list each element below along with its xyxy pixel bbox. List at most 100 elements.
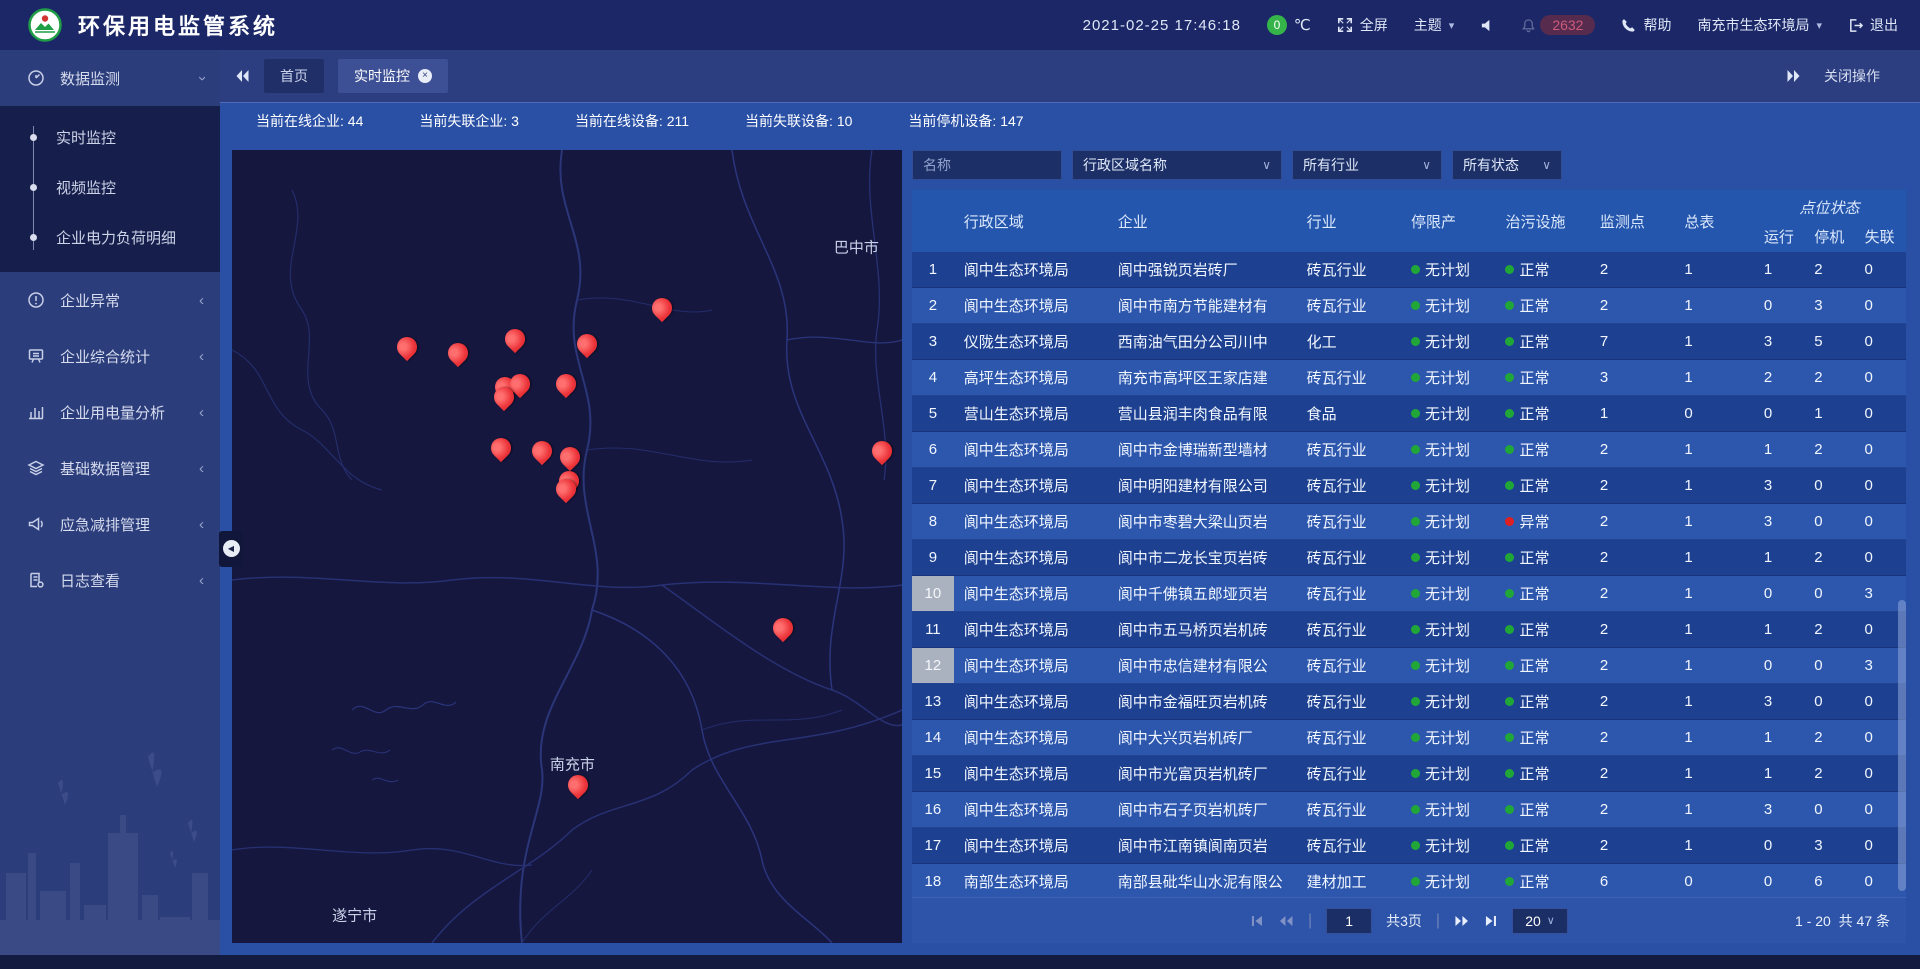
cell-total-meters: 1 bbox=[1674, 576, 1754, 611]
mute-button[interactable] bbox=[1480, 18, 1495, 33]
help-button[interactable]: 帮助 bbox=[1621, 15, 1671, 35]
notification-badge[interactable]: 2632 bbox=[1540, 15, 1595, 35]
table-row[interactable]: 13阆中生态环境局阆中市金福旺页岩机砖砖瓦行业无计划正常21300 bbox=[912, 684, 1906, 720]
cell-limit-status: 无计划 bbox=[1401, 504, 1495, 539]
logout-button[interactable]: 退出 bbox=[1848, 15, 1898, 35]
name-filter-input[interactable] bbox=[912, 150, 1062, 180]
status-dot-icon bbox=[1411, 409, 1420, 418]
tabs-scroll-left-button[interactable] bbox=[234, 69, 250, 83]
select-caret-icon: ∨ bbox=[1528, 158, 1551, 172]
table-row[interactable]: 8阆中生态环境局阆中市枣碧大梁山页岩砖瓦行业无计划异常21300 bbox=[912, 504, 1906, 540]
cell-company: 阆中市光富页岩机砖厂 bbox=[1108, 756, 1297, 791]
prev-page-button[interactable] bbox=[1278, 915, 1294, 927]
sidebar-item-power-analysis[interactable]: 企业用电量分析 ‹ bbox=[0, 384, 220, 440]
theme-menu[interactable]: 主题 ▾ bbox=[1414, 15, 1455, 35]
table-row[interactable]: 2阆中生态环境局阆中市南方节能建材有砖瓦行业无计划正常21030 bbox=[912, 288, 1906, 324]
logout-label: 退出 bbox=[1870, 15, 1898, 35]
sidebar-item-label: 企业用电量分析 bbox=[60, 402, 165, 423]
page-size-select[interactable]: 20 ∨ bbox=[1512, 908, 1568, 934]
cell-company: 阆中市江南镇阆南页岩 bbox=[1108, 828, 1297, 863]
region-filter-select[interactable]: 行政区域名称 ∨ bbox=[1072, 150, 1282, 180]
cell-facility-status: 正常 bbox=[1495, 720, 1589, 755]
caret-down-icon: ▾ bbox=[1816, 19, 1822, 32]
sidebar-item-enterprise-abnormal[interactable]: 企业异常 ‹ bbox=[0, 272, 220, 328]
first-page-button[interactable] bbox=[1250, 915, 1264, 927]
table-row[interactable]: 1阆中生态环境局阆中强锐页岩砖厂砖瓦行业无计划正常21120 bbox=[912, 252, 1906, 288]
status-dot-icon bbox=[1411, 733, 1420, 742]
table-row[interactable]: 17阆中生态环境局阆中市江南镇阆南页岩砖瓦行业无计划正常21030 bbox=[912, 828, 1906, 864]
cell-index: 11 bbox=[912, 612, 954, 647]
table-row[interactable]: 6阆中生态环境局阆中市金博瑞新型墙材砖瓦行业无计划正常21120 bbox=[912, 432, 1906, 468]
body: 数据监测 ‹ 实时监控 视频监控 企业电力负荷明细 bbox=[0, 50, 1920, 955]
fullscreen-button[interactable]: 全屏 bbox=[1337, 15, 1388, 35]
sidebar-item-emergency-reduction[interactable]: 应急减排管理 ‹ bbox=[0, 496, 220, 552]
region-filter-value: 行政区域名称 bbox=[1083, 155, 1167, 175]
table-row[interactable]: 3仪陇生态环境局西南油气田分公司川中化工无计划正常71350 bbox=[912, 324, 1906, 360]
cell-index: 8 bbox=[912, 504, 954, 539]
table-row[interactable]: 14阆中生态环境局阆中大兴页岩机砖厂砖瓦行业无计划正常21120 bbox=[912, 720, 1906, 756]
sidebar-item-label: 企业综合统计 bbox=[60, 346, 150, 367]
sidebar-item-realtime-monitoring[interactable]: 实时监控 bbox=[0, 112, 220, 162]
cell-stopped: 5 bbox=[1804, 324, 1854, 359]
cell-index: 4 bbox=[912, 360, 954, 395]
sidebar-item-log-view[interactable]: 日志查看 ‹ bbox=[0, 552, 220, 608]
col-index bbox=[912, 190, 954, 252]
stat-online-devices: 当前在线设备: 211 bbox=[575, 111, 689, 131]
cell-stopped: 2 bbox=[1804, 360, 1854, 395]
notifications[interactable]: 2632 bbox=[1521, 15, 1595, 35]
bullet-icon bbox=[30, 184, 37, 191]
sidebar-item-video-monitoring[interactable]: 视频监控 bbox=[0, 162, 220, 212]
tab-close-icon[interactable]: × bbox=[418, 69, 432, 83]
sidebar-subitem-label: 实时监控 bbox=[56, 127, 116, 148]
table-row[interactable]: 9阆中生态环境局阆中市二龙长宝页岩砖砖瓦行业无计划正常21120 bbox=[912, 540, 1906, 576]
next-page-button[interactable] bbox=[1454, 915, 1470, 927]
cell-total-meters: 1 bbox=[1674, 432, 1754, 467]
cell-total-meters: 1 bbox=[1674, 828, 1754, 863]
tab-realtime-monitoring[interactable]: 实时监控 × bbox=[338, 59, 448, 93]
cell-industry: 砖瓦行业 bbox=[1297, 540, 1401, 575]
close-operations-button[interactable]: 关闭操作 bbox=[1824, 66, 1880, 86]
cell-industry: 砖瓦行业 bbox=[1297, 648, 1401, 683]
table-row[interactable]: 15阆中生态环境局阆中市光富页岩机砖厂砖瓦行业无计划正常21120 bbox=[912, 756, 1906, 792]
col-stopped: 停机 bbox=[1804, 226, 1854, 247]
status-dot-icon bbox=[1505, 877, 1514, 886]
app-logo-icon bbox=[28, 8, 62, 42]
cell-monitor-points: 2 bbox=[1590, 648, 1674, 683]
cell-monitor-points: 2 bbox=[1590, 252, 1674, 287]
table-row[interactable]: 12阆中生态环境局阆中市忠信建材有限公砖瓦行业无计划正常21003 bbox=[912, 648, 1906, 684]
map-roads bbox=[232, 150, 902, 943]
pagination-controls: | 1 共3页 | 20 ∨ bbox=[1250, 908, 1568, 934]
cell-total-meters: 1 bbox=[1674, 540, 1754, 575]
table-row[interactable]: 7阆中生态环境局阆中明阳建材有限公司砖瓦行业无计划正常21300 bbox=[912, 468, 1906, 504]
scrollbar-thumb[interactable] bbox=[1898, 600, 1906, 890]
sidebar-item-enterprise-statistics[interactable]: 企业综合统计 ‹ bbox=[0, 328, 220, 384]
tab-home[interactable]: 首页 bbox=[264, 59, 324, 93]
sidebar-item-power-load-detail[interactable]: 企业电力负荷明细 bbox=[0, 212, 220, 262]
last-page-button[interactable] bbox=[1484, 915, 1498, 927]
cell-total-meters: 1 bbox=[1674, 648, 1754, 683]
table-row[interactable]: 10阆中生态环境局阆中千佛镇五郎垭页岩砖瓦行业无计划正常21003 bbox=[912, 576, 1906, 612]
page-number-input[interactable]: 1 bbox=[1326, 908, 1372, 934]
tabs-scroll-right-button[interactable] bbox=[1786, 69, 1802, 83]
page-title: 环保用电监管系统 bbox=[78, 9, 278, 41]
org-menu[interactable]: 南充市生态环境局 ▾ bbox=[1697, 15, 1822, 35]
table-row[interactable]: 5营山生态环境局营山县润丰肉食品有限食品无计划正常10010 bbox=[912, 396, 1906, 432]
status-filter-select[interactable]: 所有状态 ∨ bbox=[1452, 150, 1562, 180]
table-row[interactable]: 11阆中生态环境局阆中市五马桥页岩机砖砖瓦行业无计划正常21120 bbox=[912, 612, 1906, 648]
cell-stopped: 2 bbox=[1804, 252, 1854, 287]
cell-facility-status: 正常 bbox=[1495, 432, 1589, 467]
table-row[interactable]: 16阆中生态环境局阆中市石子页岩机砖厂砖瓦行业无计划正常21300 bbox=[912, 792, 1906, 828]
stat-online-enterprises: 当前在线企业: 44 bbox=[256, 111, 363, 131]
sidebar-item-data-monitoring[interactable]: 数据监测 ‹ bbox=[0, 50, 220, 106]
stat-offline-devices: 当前失联设备: 10 bbox=[745, 111, 852, 131]
industry-filter-select[interactable]: 所有行业 ∨ bbox=[1292, 150, 1442, 180]
cell-limit-status: 无计划 bbox=[1401, 468, 1495, 503]
col-offline: 失联 bbox=[1855, 226, 1905, 247]
status-filter-value: 所有状态 bbox=[1463, 155, 1519, 175]
sidebar-item-base-data[interactable]: 基础数据管理 ‹ bbox=[0, 440, 220, 496]
map-collapse-button[interactable]: ◀ bbox=[219, 531, 243, 567]
cell-region: 仪陇生态环境局 bbox=[954, 324, 1108, 359]
map[interactable]: ◀ 巴中市南充市遂宁市 bbox=[232, 150, 902, 943]
table-row[interactable]: 4高坪生态环境局南充市高坪区王家店建砖瓦行业无计划正常31220 bbox=[912, 360, 1906, 396]
table-row[interactable]: 18南部生态环境局南部县砒华山水泥有限公建材加工无计划正常60060 bbox=[912, 864, 1906, 897]
